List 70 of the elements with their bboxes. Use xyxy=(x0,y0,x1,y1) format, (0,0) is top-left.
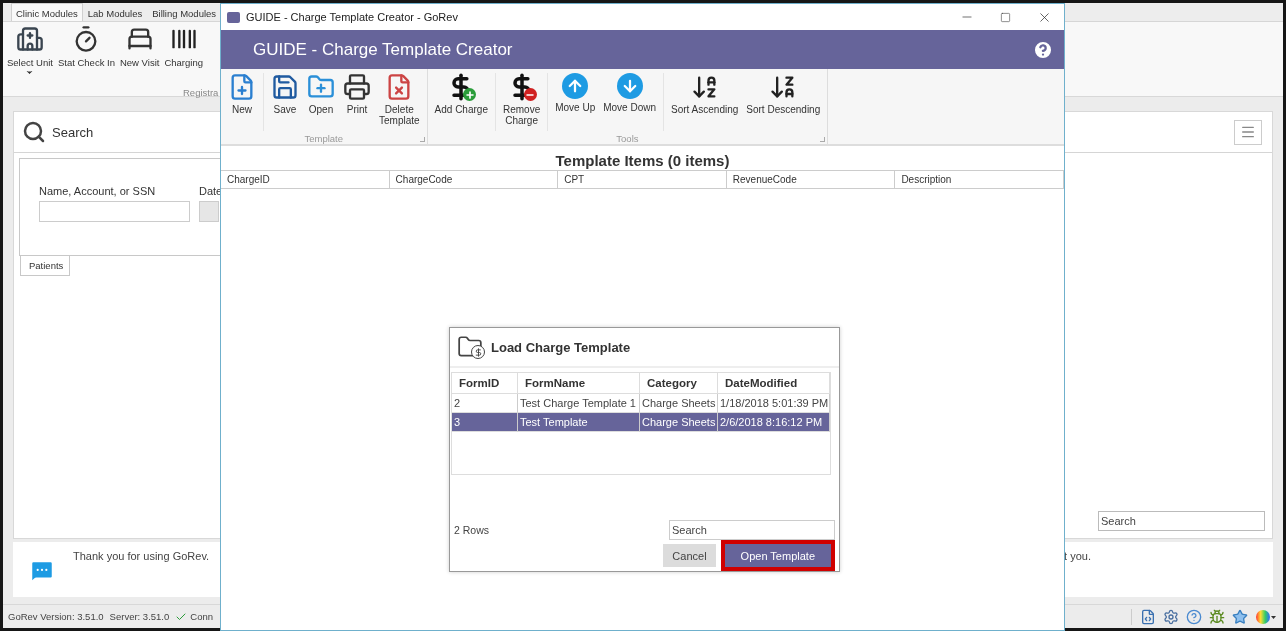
patients-tab[interactable]: Patients xyxy=(20,256,70,276)
ribbon-button[interactable]: Add Charge xyxy=(431,73,491,131)
ribbon-button[interactable]: Remove Charge xyxy=(499,73,544,131)
row-count: 2 Rows xyxy=(454,524,489,536)
table-cell[interactable]: Charge Sheets xyxy=(640,394,718,413)
ribbon-button[interactable]: Stat Check In xyxy=(55,25,117,77)
table-cell[interactable]: Test Template xyxy=(518,413,640,432)
table-cell[interactable]: 2 xyxy=(452,394,518,413)
ribbon-button[interactable]: Delete Template xyxy=(376,73,423,131)
bug-icon[interactable] xyxy=(1209,608,1225,625)
table-cell[interactable]: Test Charge Template 1 xyxy=(518,394,640,413)
folder-dollar-icon xyxy=(457,334,485,360)
ribbon-button[interactable]: New Visit xyxy=(117,25,162,77)
message-text: Thank you for using GoRev. xyxy=(73,550,210,562)
dialog-title: Load Charge Template xyxy=(491,339,631,355)
column-header[interactable]: ChargeCode xyxy=(389,171,559,188)
table-cell[interactable]: 1/18/2018 5:01:39 PM xyxy=(718,394,830,413)
maximize-icon[interactable] xyxy=(1000,11,1011,23)
ribbon-button[interactable]: Move Up xyxy=(552,73,599,131)
printer-icon xyxy=(343,73,371,101)
column-header[interactable]: Description xyxy=(895,171,1064,188)
ribbon-button[interactable]: Select Unit xyxy=(5,25,55,77)
ribbon-button[interactable]: Print xyxy=(340,73,374,131)
arrow-up-icon xyxy=(562,73,589,99)
group-label: Tools xyxy=(615,132,640,144)
menu-button[interactable] xyxy=(1234,119,1262,145)
items-title: Template Items (0 items) xyxy=(554,151,731,170)
panel-title: Search xyxy=(52,124,94,140)
folder-plus-icon xyxy=(307,73,335,101)
group-label: Template xyxy=(303,132,345,144)
module-tab[interactable]: Lab Modules xyxy=(82,3,148,21)
code-file-icon[interactable] xyxy=(1140,608,1156,625)
field-label: Name, Account, or SSN xyxy=(39,185,157,197)
table-cell[interactable]: 3 xyxy=(452,413,518,432)
version-text: GoRev Version: 3.51.0 xyxy=(8,611,104,622)
column-header[interactable]: ChargeID xyxy=(221,171,390,188)
color-wheel-icon[interactable] xyxy=(1255,608,1277,625)
search-icon xyxy=(22,120,46,144)
ribbon-button[interactable]: Charging xyxy=(162,25,205,77)
settings-icon[interactable] xyxy=(1163,608,1179,625)
column-header[interactable]: CPT xyxy=(558,171,727,188)
connection-text: Conn xyxy=(190,611,213,622)
search-field[interactable]: Search xyxy=(1098,511,1265,531)
table-cell[interactable]: 2/6/2018 8:16:12 PM xyxy=(718,413,830,432)
menu-icon xyxy=(1240,124,1256,140)
table-cell[interactable]: Charge Sheets xyxy=(640,413,718,432)
ribbon-button[interactable]: Open xyxy=(304,73,338,131)
open-button[interactable]: Open Template xyxy=(720,540,835,571)
ribbon-button[interactable]: Sort Ascending xyxy=(668,73,742,131)
search-field[interactable]: Search xyxy=(669,520,835,540)
app-logo-icon xyxy=(227,11,240,23)
column-header[interactable]: RevenueCode xyxy=(726,171,896,188)
help-icon[interactable] xyxy=(1186,608,1202,625)
header-title: GUIDE - Charge Template Creator xyxy=(253,39,513,60)
ribbon-button[interactable]: Save xyxy=(268,73,302,131)
module-tab[interactable]: Clinic Modules xyxy=(11,3,83,21)
arrow-down-icon xyxy=(616,73,643,99)
ribbon-button[interactable]: Move Down xyxy=(600,73,660,131)
ribbon-button[interactable]: New xyxy=(225,73,259,131)
server-text: Server: 3.51.0 xyxy=(109,611,170,622)
hospital-icon xyxy=(15,25,44,53)
ribbon-button[interactable]: Sort Descending xyxy=(743,73,824,131)
cancel-button[interactable]: Cancel xyxy=(663,544,716,567)
save-icon xyxy=(271,73,299,101)
date-input-field[interactable] xyxy=(199,201,219,222)
window-title: GUIDE - Charge Template Creator - GoRev xyxy=(246,11,458,23)
star-icon[interactable] xyxy=(1232,608,1248,625)
group-label: Registra xyxy=(182,86,219,98)
module-tab[interactable]: Billing Modules xyxy=(147,3,222,21)
name-input-field[interactable] xyxy=(39,201,190,222)
